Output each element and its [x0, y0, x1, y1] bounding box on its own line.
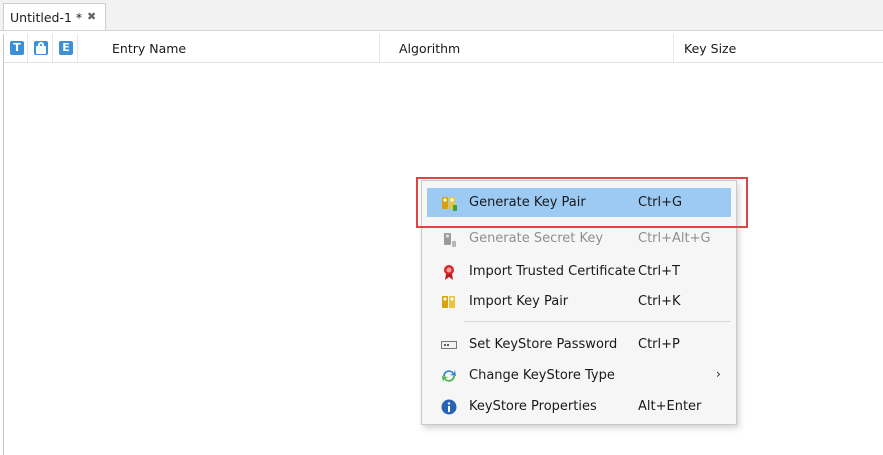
menu-item-label: KeyStore Properties: [469, 399, 597, 414]
lock-icon: [34, 41, 48, 55]
column-lock-header[interactable]: [28, 34, 53, 62]
menu-item-set-keystore-password[interactable]: Set KeyStore Password Ctrl+P: [427, 330, 731, 359]
change-type-icon: [442, 370, 456, 382]
tab-untitled-1[interactable]: Untitled-1 * ✖: [3, 3, 106, 30]
menu-item-shortcut: Ctrl+P: [638, 337, 680, 352]
password-icon: [441, 341, 457, 349]
menu-separator: [464, 321, 731, 322]
menu-item-import-trusted-certificate[interactable]: Import Trusted Certificate Ctrl+T: [427, 257, 731, 286]
certificate-icon: [444, 265, 454, 280]
tab-bar: Untitled-1 * ✖: [0, 0, 883, 31]
table-header: T E Entry Name Algorithm Key Size: [4, 34, 883, 63]
close-icon[interactable]: ✖: [87, 10, 96, 23]
column-label: Key Size: [684, 41, 737, 56]
column-key-size[interactable]: Key Size: [674, 34, 883, 62]
menu-item-label: Generate Key Pair: [469, 195, 586, 210]
column-label: Entry Name: [112, 41, 187, 56]
menu-item-shortcut: Ctrl+G: [638, 195, 683, 210]
menu-item-label: Import Key Pair: [469, 294, 569, 309]
key-pair-icon: [442, 197, 457, 211]
menu-item-label: Import Trusted Certificate: [469, 264, 636, 279]
menu-item-shortcut: Alt+Enter: [638, 399, 702, 414]
expiry-column-icon: E: [59, 41, 73, 55]
menu-item-keystore-properties[interactable]: KeyStore Properties Alt+Enter: [427, 392, 731, 421]
chevron-right-icon: ›: [716, 367, 721, 381]
column-entry-name[interactable]: Entry Name: [78, 34, 380, 62]
menu-item-shortcut: Ctrl+Alt+G: [638, 231, 711, 246]
menu-item-generate-key-pair[interactable]: Generate Key Pair Ctrl+G: [427, 188, 731, 217]
menu-item-generate-secret-key[interactable]: Generate Secret Key Ctrl+Alt+G: [427, 224, 731, 253]
column-label: Algorithm: [399, 41, 461, 56]
info-icon: [441, 399, 457, 415]
menu-item-import-key-pair[interactable]: Import Key Pair Ctrl+K: [427, 287, 731, 316]
menu-item-label: Generate Secret Key: [469, 231, 604, 246]
menu-item-change-keystore-type[interactable]: Change KeyStore Type ›: [427, 361, 731, 390]
context-menu: Generate Key Pair Ctrl+G Generate Secret…: [421, 180, 737, 425]
menu-item-label: Change KeyStore Type: [469, 368, 615, 383]
column-algorithm[interactable]: Algorithm: [380, 34, 674, 62]
column-expiry-header[interactable]: E: [53, 34, 78, 62]
menu-item-label: Set KeyStore Password: [469, 337, 618, 352]
tab-title: Untitled-1 *: [10, 10, 83, 25]
type-column-icon: T: [10, 41, 24, 55]
column-type-header[interactable]: T: [4, 34, 28, 62]
secret-key-icon: [444, 233, 456, 247]
key-pair-icon: [442, 296, 455, 308]
menu-item-shortcut: Ctrl+K: [638, 294, 681, 309]
menu-item-shortcut: Ctrl+T: [638, 264, 680, 279]
